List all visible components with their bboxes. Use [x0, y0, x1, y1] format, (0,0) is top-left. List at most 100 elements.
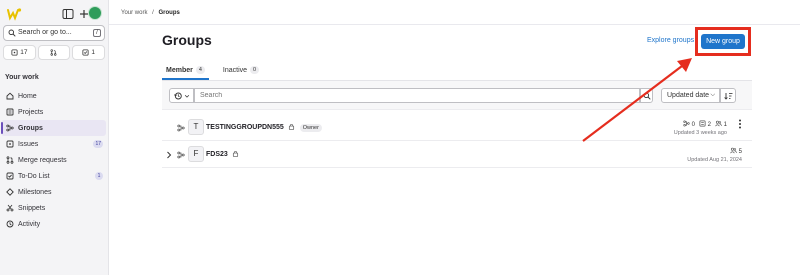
chevron-down-icon	[184, 94, 189, 98]
tab-label: Member	[166, 66, 193, 74]
group-name[interactable]: FDS23	[206, 150, 239, 158]
sidebar-item-label: Milestones	[18, 188, 52, 196]
tab-inactive[interactable]: Inactive 0	[219, 62, 263, 78]
global-search-button[interactable]: Search or go to... /	[3, 25, 105, 41]
sidebar-item-activity[interactable]: Activity	[1, 216, 106, 232]
activity-icon	[6, 220, 14, 228]
members-stat: 5	[730, 147, 742, 155]
todo-count-button[interactable]: 1	[72, 45, 106, 60]
sidebar-item-label: Issues	[18, 140, 39, 148]
todo-icon	[82, 49, 89, 56]
merge-request-icon	[50, 49, 56, 56]
tab-count: 0	[250, 66, 260, 74]
sort-direction-button[interactable]	[720, 88, 736, 103]
sidebar: Search or go to... / 17 1 Your work Home…	[0, 0, 109, 275]
users-icon	[715, 120, 722, 127]
sidebar-nav: Home Projects Groups Issues 17 Merge req…	[0, 88, 106, 232]
group-row[interactable]: F FDS23 5 Updated Aug 21, 2024	[162, 142, 752, 168]
issues-count-button[interactable]: 17	[3, 45, 36, 60]
issues-icon	[11, 49, 18, 56]
user-avatar[interactable]	[88, 6, 102, 20]
members-stat: 1	[715, 120, 727, 128]
tab-member[interactable]: Member 4	[162, 62, 209, 80]
group-stats: 5	[730, 147, 742, 155]
projects-stat: 2	[699, 120, 711, 128]
members-count: 5	[738, 149, 742, 155]
group-row[interactable]: T TESTINGGROUPDN555 Owner 0 2 1 Updated …	[162, 115, 752, 141]
group-icon	[177, 151, 185, 159]
home-icon	[6, 92, 14, 100]
chevron-down-icon: ⌵	[710, 92, 715, 98]
breadcrumb-parent[interactable]: Your work	[121, 10, 147, 16]
role-badge: Owner	[299, 124, 322, 132]
more-actions-icon[interactable]	[738, 119, 742, 129]
lock-icon	[288, 123, 294, 130]
todo-icon	[6, 172, 14, 180]
user-counts: 17 1	[3, 45, 106, 60]
breadcrumb-divider	[109, 24, 800, 25]
project-icon	[699, 120, 706, 127]
sidebar-item-projects[interactable]: Projects	[1, 104, 106, 120]
subgroup-icon	[683, 120, 690, 127]
issues-count: 17	[20, 49, 28, 56]
sidebar-item-label: Projects	[18, 108, 44, 116]
tab-label: Inactive	[222, 66, 248, 74]
app-logo-icon[interactable]	[6, 6, 22, 22]
keyboard-shortcut-icon: /	[93, 29, 101, 37]
subgroups-stat: 0	[683, 120, 695, 128]
sidebar-top	[6, 6, 102, 22]
sidebar-item-groups[interactable]: Groups	[1, 120, 106, 136]
search-submit-button[interactable]	[640, 88, 653, 103]
sidebar-item-label: Groups	[18, 124, 43, 132]
chevron-right-icon[interactable]	[166, 151, 172, 159]
annotation-arrow-head	[677, 58, 692, 72]
sidebar-item-home[interactable]: Home	[1, 88, 106, 104]
sort-dropdown[interactable]: Updated date ⌵	[661, 88, 720, 103]
group-avatar[interactable]: T	[188, 119, 204, 135]
todo-badge: 1	[95, 172, 103, 180]
breadcrumb-separator: /	[152, 10, 154, 16]
sort-label: Updated date	[667, 92, 710, 99]
group-tabs: Member 4 Inactive 0	[162, 62, 263, 80]
group-name-text[interactable]: TESTINGGROUPDN555	[206, 124, 284, 131]
issues-badge: 17	[93, 140, 103, 148]
merge-requests-count-button[interactable]	[37, 45, 71, 60]
recent-searches-button[interactable]	[169, 88, 194, 103]
sidebar-item-issues[interactable]: Issues 17	[1, 136, 106, 152]
search-icon	[8, 29, 16, 37]
projects-count: 2	[707, 122, 711, 128]
subgroups-count: 0	[691, 122, 695, 128]
sidebar-item-label: Activity	[18, 220, 41, 228]
project-icon	[6, 108, 14, 116]
snippet-icon	[6, 204, 14, 212]
group-name-text[interactable]: FDS23	[206, 151, 228, 158]
group-name[interactable]: TESTINGGROUPDN555 Owner	[206, 123, 322, 132]
breadcrumb-current[interactable]: Groups	[158, 10, 179, 16]
sidebar-item-label: Home	[18, 92, 37, 100]
page-title: Groups	[162, 32, 212, 48]
sidebar-toggle-icon[interactable]	[62, 8, 74, 20]
history-icon	[173, 92, 182, 99]
todo-count: 1	[91, 49, 95, 56]
group-icon	[177, 124, 185, 132]
breadcrumb: Your work / Groups	[121, 10, 180, 16]
sidebar-item-milestones[interactable]: Milestones	[1, 184, 106, 200]
members-count: 1	[723, 122, 727, 128]
group-search-input[interactable]	[194, 88, 640, 103]
explore-groups-link[interactable]: Explore groups	[647, 37, 694, 44]
global-search-label: Search or go to...	[18, 29, 72, 36]
sidebar-item-merge-requests[interactable]: Merge requests	[1, 152, 106, 168]
search-icon	[643, 92, 651, 100]
sort-direction-icon	[724, 93, 733, 100]
sidebar-item-label: To-Do List	[18, 172, 50, 180]
milestone-icon	[6, 188, 14, 196]
users-icon	[730, 147, 737, 154]
annotation-highlight-box	[695, 27, 751, 56]
sidebar-item-todo-list[interactable]: To-Do List 1	[1, 168, 106, 184]
issues-icon	[6, 140, 14, 148]
updated-time: Updated 3 weeks ago	[673, 130, 727, 136]
group-avatar[interactable]: F	[188, 146, 204, 162]
sidebar-item-snippets[interactable]: Snippets	[1, 200, 106, 216]
group-stats: 0 2 1	[683, 120, 727, 128]
updated-time: Updated Aug 21, 2024	[687, 157, 742, 163]
